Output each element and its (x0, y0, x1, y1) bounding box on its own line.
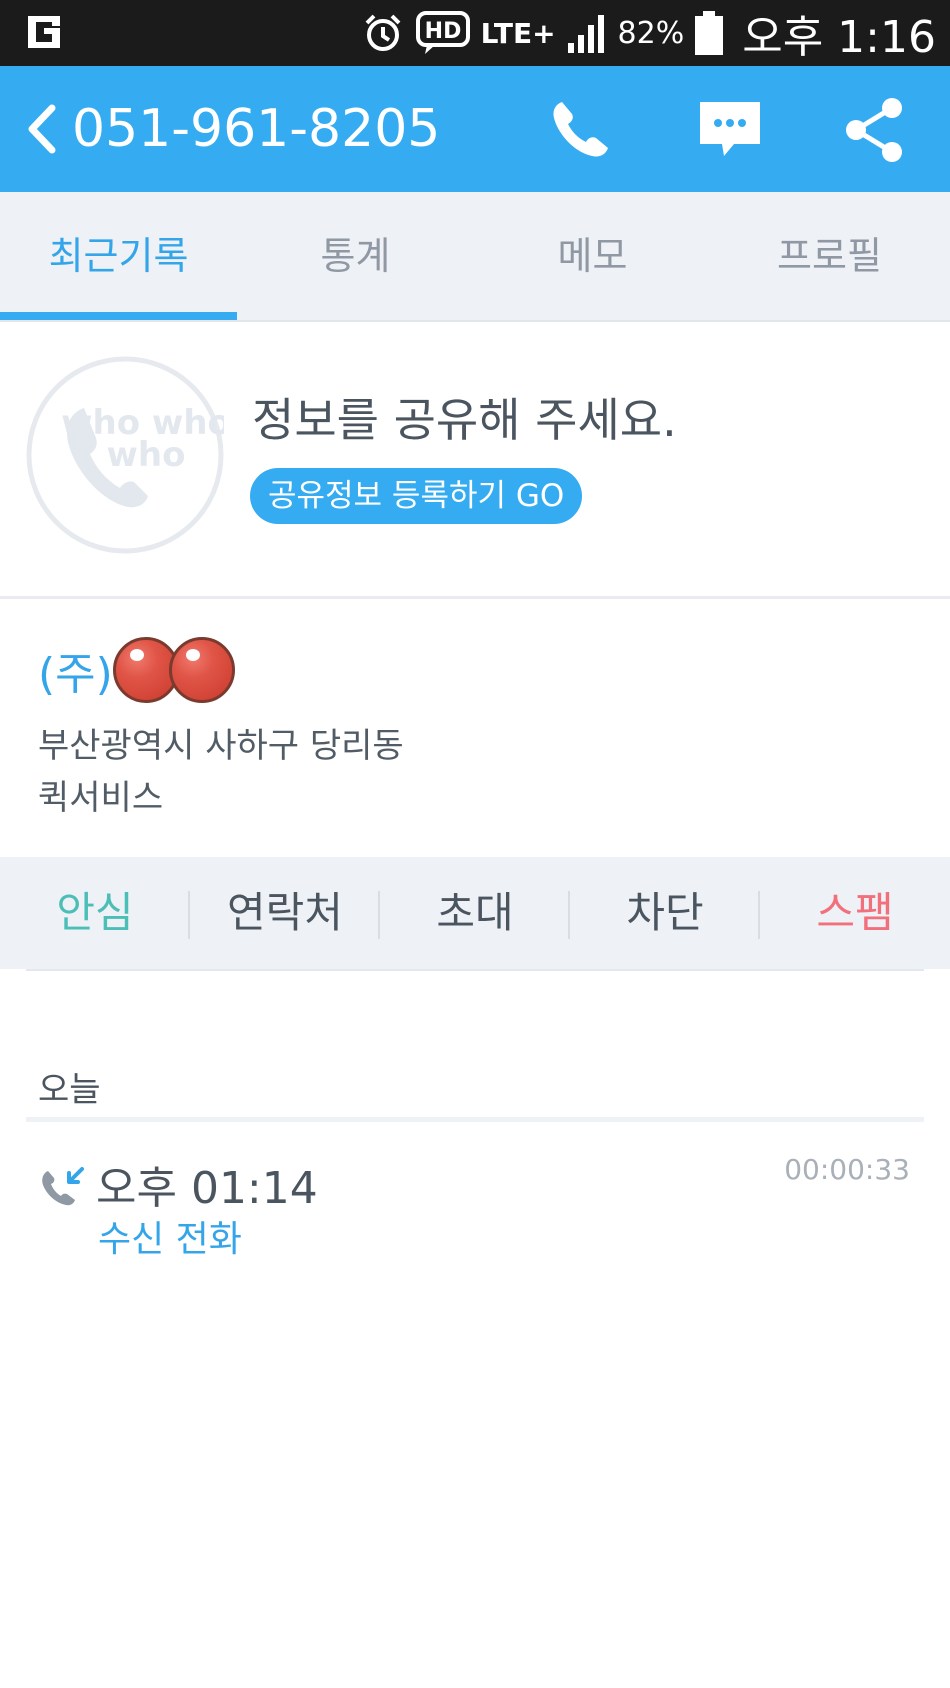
tab-bar: 최근기록 통계 메모 프로필 (0, 192, 950, 322)
company-info: (주) 부산광역시 사하구 당리동 퀵서비스 (0, 600, 950, 855)
incoming-call-icon (42, 1167, 84, 1206)
tab-stats[interactable]: 통계 (237, 192, 474, 320)
action-bar: 안심 연락처 초대 차단 스팸 (0, 857, 950, 969)
tab-profile[interactable]: 프로필 (711, 192, 948, 320)
share-headline: 정보를 공유해 주세요. (252, 393, 677, 447)
company-address: 부산광역시 사하구 당리동 (38, 726, 404, 766)
app-bar: 051-961-8205 (0, 66, 950, 192)
company-name: (주) (38, 636, 235, 704)
status-bar: HD LTE+ 82% 오후 1:16 (0, 0, 950, 66)
company-prefix: (주) (38, 649, 113, 700)
register-share-button[interactable]: 공유정보 등록하기 GO (250, 468, 583, 524)
tab-indicator (0, 312, 237, 320)
battery-percent: 82% (617, 15, 685, 51)
phone-number-title: 051-961-8205 (72, 99, 441, 159)
back-icon[interactable] (24, 102, 58, 156)
call-time: 오후 01:14 (96, 1163, 318, 1214)
share-icon[interactable] (838, 94, 910, 166)
company-category: 퀵서비스 (38, 778, 164, 818)
redacted-emoji-icon (168, 637, 235, 703)
svg-text:HD: HD (424, 19, 461, 44)
tab-memo[interactable]: 메모 (474, 192, 711, 320)
clock: 오후 1:16 (742, 12, 936, 63)
hd-voice-icon: HD (415, 11, 470, 54)
divider (26, 969, 924, 971)
day-header: 오늘 (38, 1070, 101, 1110)
carrier-logo-icon (28, 16, 60, 48)
profile-section: who who who 정보를 공유해 주세요. 공유정보 등록하기 GO (0, 322, 950, 599)
safe-button[interactable]: 안심 (0, 857, 190, 969)
alarm-icon (365, 14, 401, 51)
message-icon[interactable] (694, 94, 766, 166)
block-button[interactable]: 차단 (570, 857, 760, 969)
call-type: 수신 전화 (98, 1219, 242, 1260)
contacts-button[interactable]: 연락처 (190, 857, 380, 969)
lte-icon: LTE+ (480, 16, 556, 50)
tab-recent[interactable]: 최근기록 (0, 192, 237, 320)
whowho-avatar-icon: who who who (26, 356, 224, 554)
spam-button[interactable]: 스팸 (760, 857, 950, 969)
signal-icon (567, 15, 604, 53)
status-icons: HD LTE+ 82% 오후 1:16 (361, 0, 936, 66)
call-icon[interactable] (544, 94, 616, 166)
divider (26, 1117, 924, 1122)
battery-icon (695, 11, 724, 55)
invite-button[interactable]: 초대 (380, 857, 570, 969)
svg-text:who: who (107, 435, 186, 475)
call-duration: 00:00:33 (784, 1153, 910, 1186)
